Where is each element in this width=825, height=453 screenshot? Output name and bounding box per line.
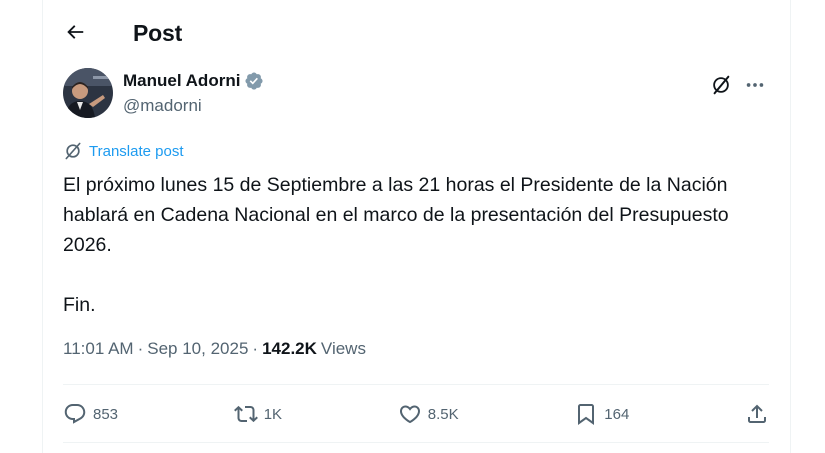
page-title: Post [133,20,183,46]
repost-button[interactable]: 1K [233,402,283,426]
reply-icon [64,404,86,424]
grok-button[interactable] [706,70,736,100]
post-text: El próximo lunes 15 de Septiembre a las … [63,170,773,320]
reply-count: 853 [93,405,119,423]
more-horizontal-icon [746,83,764,87]
meta-separator: · [252,339,259,358]
bookmark-icon [578,404,595,425]
translate-post-label: Translate post [89,142,184,160]
author-name[interactable]: Manuel Adorni [123,71,240,91]
repost-count: 1K [263,405,283,423]
like-count: 8.5K [427,405,459,423]
translate-icon [65,142,81,160]
header: Post [43,0,790,66]
views-label: Views [320,339,366,358]
more-button[interactable] [740,70,770,100]
bookmark-button[interactable]: 164 [574,402,629,426]
back-button[interactable] [57,14,93,50]
post-meta: 11:01 AM · Sep 10, 2025 · 142.2K Views [63,339,366,359]
post-date[interactable]: Sep 10, 2025 [147,339,248,359]
grok-icon [713,75,730,95]
repost-icon [233,405,258,423]
post-column: Post Manuel Adorni @madorni Translate po… [42,0,791,453]
translate-post-link[interactable]: Translate post [63,141,184,161]
top-actions [706,70,770,100]
post-paragraph: Fin. [63,294,96,316]
heart-icon [399,405,420,424]
like-button[interactable]: 8.5K [398,402,459,426]
verified-badge-icon[interactable] [244,71,264,91]
post-time[interactable]: 11:01 AM [63,339,134,359]
share-icon [747,404,766,423]
post-paragraph: El próximo lunes 15 de Septiembre a las … [63,174,729,256]
action-bar: 853 1K 8.5K 164 [63,396,769,432]
share-button[interactable] [745,402,769,426]
reply-button[interactable]: 853 [63,402,118,426]
arrow-left-icon [67,25,84,39]
author-name-row: Manuel Adorni [123,71,264,91]
meta-separator: · [137,339,144,358]
divider [63,442,769,443]
divider [63,384,769,385]
author-handle[interactable]: @madorni [123,96,202,116]
avatar[interactable] [63,68,113,118]
bookmark-count: 164 [604,405,630,423]
views-count[interactable]: 142.2K [262,339,317,359]
